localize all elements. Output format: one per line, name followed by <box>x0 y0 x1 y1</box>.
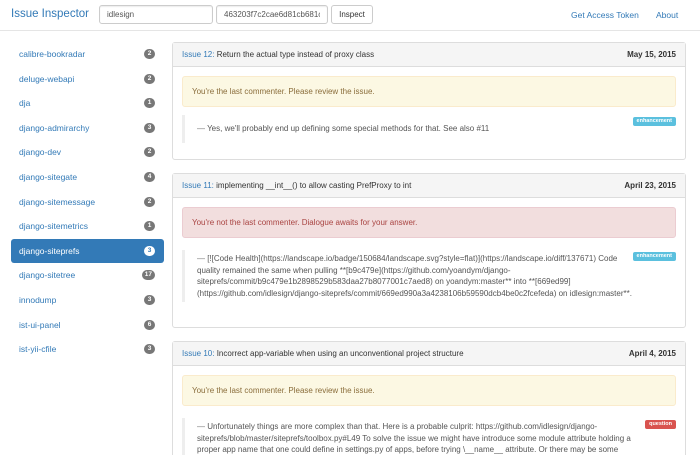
username-input[interactable] <box>99 5 213 24</box>
issue-panel: Issue 11: implementing __int__() to allo… <box>172 173 686 328</box>
issue-date: May 15, 2015 <box>627 50 676 59</box>
sidebar-item-label: django-sitetree <box>19 270 76 281</box>
status-alert: You're the last commenter. Please review… <box>182 375 676 406</box>
status-alert: You're the last commenter. Please review… <box>182 76 676 107</box>
repo-sidebar: calibre-bookradar 2 deluge-webapi 2 dja 1 d… <box>11 42 164 362</box>
count-badge: 6 <box>144 319 155 330</box>
sidebar-item-django-sitemessage[interactable]: django-sitemessage 2 <box>11 190 164 215</box>
last-comment: — [![Code Health](https://landscape.io/b… <box>182 250 676 302</box>
token-input[interactable] <box>216 5 328 24</box>
count-badge: 3 <box>144 122 155 133</box>
last-comment: — Unfortunately things are more complex … <box>182 418 676 455</box>
issue-number-link[interactable]: Issue 10: <box>182 349 214 358</box>
sidebar-item-ist-ui-panel[interactable]: ist-ui-panel 6 <box>11 313 164 338</box>
count-badge: 3 <box>144 245 155 256</box>
comment-dash: — <box>197 422 205 431</box>
status-alert: You're not the last commenter. Dialogue … <box>182 207 676 238</box>
sidebar-item-ist-yii-cfile[interactable]: ist-yii-cfile 3 <box>11 337 164 362</box>
issue-number-link[interactable]: Issue 11: <box>182 181 214 190</box>
count-badge: 1 <box>144 98 155 109</box>
sidebar-item-label: ist-ui-panel <box>19 319 61 330</box>
issue-label-badge: question <box>645 420 676 429</box>
sidebar-item-label: django-sitemessage <box>19 196 96 207</box>
sidebar-item-label: django-admirarchy <box>19 122 90 133</box>
sidebar-item-django-sitetree[interactable]: django-sitetree 17 <box>11 263 164 288</box>
comment-dash: — <box>197 254 205 263</box>
comment-text: [![Code Health](https://landscape.io/bad… <box>197 254 632 298</box>
brand-link[interactable]: Issue Inspector <box>11 8 89 20</box>
issue-number-link[interactable]: Issue 12: <box>182 50 214 59</box>
count-badge: 2 <box>144 49 155 59</box>
count-badge: 2 <box>144 73 155 84</box>
comment-dash: — <box>197 124 205 133</box>
count-badge: 2 <box>144 196 155 207</box>
sidebar-item-calibre-bookradar[interactable]: calibre-bookradar 2 <box>11 42 164 67</box>
count-badge: 3 <box>144 344 155 355</box>
sidebar-item-django-sitegate[interactable]: django-sitegate 4 <box>11 165 164 190</box>
sidebar-item-label: calibre-bookradar <box>19 49 86 59</box>
sidebar-item-deluge-webapi[interactable]: deluge-webapi 2 <box>11 67 164 92</box>
issue-heading: Issue 10: Incorrect app-variable when us… <box>173 342 685 366</box>
count-badge: 2 <box>144 147 155 158</box>
issue-label-badge: enhancement <box>632 117 676 126</box>
sidebar-item-label: django-siteprefs <box>19 245 80 256</box>
issue-title: implementing __int__() to allow casting … <box>216 181 412 190</box>
sidebar-item-label: django-dev <box>19 147 62 158</box>
sidebar-item-label: django-sitemetrics <box>19 221 88 232</box>
sidebar-item-django-dev[interactable]: django-dev 2 <box>11 140 164 165</box>
sidebar-item-django-siteprefs[interactable]: django-siteprefs 3 <box>11 238 164 264</box>
inspect-button[interactable]: Inspect <box>331 5 373 24</box>
sidebar-item-innodump[interactable]: innodump 3 <box>11 288 164 313</box>
comment-text: Yes, we'll probably end up defining some… <box>207 124 490 133</box>
issue-panel: Issue 10: Incorrect app-variable when us… <box>172 341 686 455</box>
issue-title: Return the actual type instead of proxy … <box>216 50 375 59</box>
issue-heading: Issue 12: Return the actual type instead… <box>173 43 685 67</box>
get-access-token-link[interactable]: Get Access Token <box>571 10 639 20</box>
count-badge: 1 <box>144 221 155 232</box>
issue-date: April 23, 2015 <box>624 181 676 190</box>
last-comment: — Yes, we'll probably end up defining so… <box>182 115 676 143</box>
sidebar-item-label: ist-yii-cfile <box>19 344 57 355</box>
navbar: Issue Inspector Inspect Get Access Token… <box>0 0 700 31</box>
issue-title: Incorrect app-variable when using an unc… <box>216 349 464 358</box>
sidebar-item-label: innodump <box>19 294 57 305</box>
sidebar-item-dja[interactable]: dja 1 <box>11 91 164 116</box>
sidebar-item-django-admirarchy[interactable]: django-admirarchy 3 <box>11 116 164 141</box>
count-badge: 3 <box>144 294 155 305</box>
sidebar-item-django-sitemetrics[interactable]: django-sitemetrics 1 <box>11 214 164 239</box>
issue-label-badge: enhancement <box>632 252 676 261</box>
count-badge: 17 <box>141 270 155 281</box>
sidebar-item-label: dja <box>19 98 31 109</box>
issue-panel: Issue 12: Return the actual type instead… <box>172 42 686 160</box>
sidebar-item-label: django-sitegate <box>19 171 78 182</box>
issue-heading: Issue 11: implementing __int__() to allo… <box>173 174 685 198</box>
sidebar-item-label: deluge-webapi <box>19 73 75 84</box>
count-badge: 4 <box>144 171 155 182</box>
about-link[interactable]: About <box>656 10 678 20</box>
comment-text: Unfortunately things are more complex th… <box>197 422 631 454</box>
issue-date: April 4, 2015 <box>628 349 676 358</box>
